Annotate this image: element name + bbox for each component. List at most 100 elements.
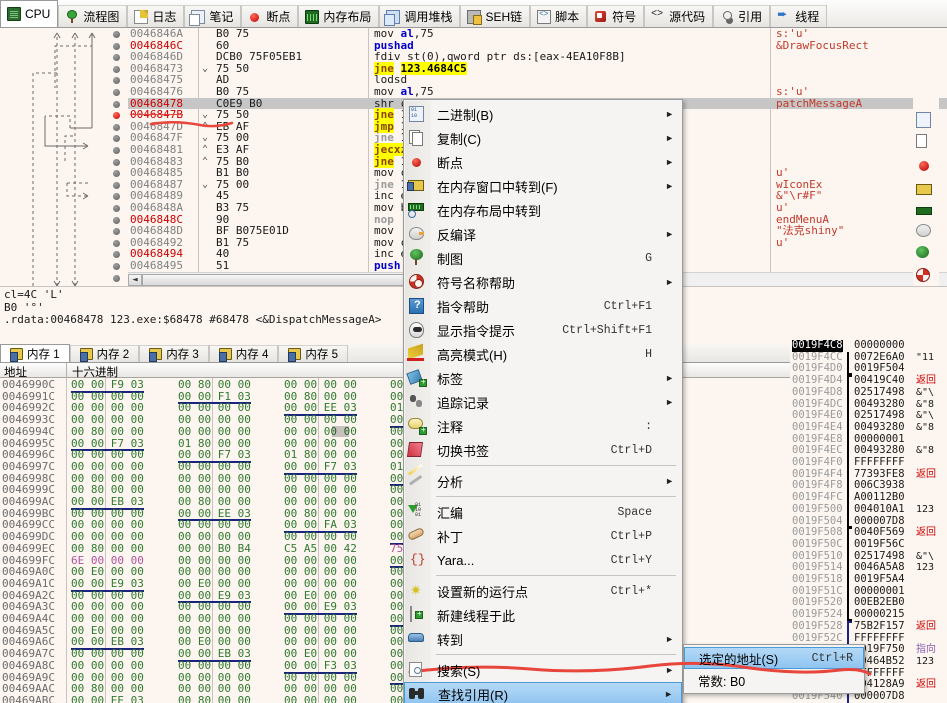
stack-row[interactable]: 0019F50C 0019F56C [790, 538, 947, 551]
disassembly-context-menu[interactable]: 二进制(B) ► 复制(C) ► 断点 ► 在内存窗口中转到(F) ► 在内存布局中转到反编译 ►… [403, 99, 683, 703]
hex-byte-group[interactable]: 00 00 00 00 [71, 461, 144, 473]
breakpoint-tool-icon[interactable] [916, 158, 936, 178]
breakpoint-dot[interactable] [113, 228, 120, 236]
stack-row[interactable]: 0019F4E4 00493280 &"8 [790, 421, 947, 434]
breakpoint-dot[interactable] [113, 158, 120, 166]
stack-value[interactable]: 004010A1 [854, 503, 905, 516]
tab-引用[interactable]: 引用 [713, 5, 771, 27]
tab-脚本[interactable]: 脚本 [530, 5, 588, 27]
menu-item-goto[interactable]: 转到 ► [404, 627, 682, 651]
hex-byte-group[interactable]: 00 00 00 00 [284, 578, 357, 590]
find-references-submenu[interactable]: 选定的地址(S) Ctrl+R 常数: B0 [683, 644, 865, 694]
menu-item-memory-window[interactable]: 在内存窗口中转到(F) ► [404, 174, 682, 198]
tab-笔记[interactable]: 笔记 [184, 5, 242, 27]
stack-row[interactable]: 0019F4C8 00000000 [790, 340, 947, 352]
menu-item-bookmark[interactable]: 切换书签 Ctrl+D [404, 438, 682, 462]
hex-byte-group[interactable]: 00 00 00 00 [178, 660, 251, 672]
copy-tool-icon[interactable] [916, 134, 936, 154]
breakpoint-dot[interactable] [113, 42, 120, 50]
menu-item-graph[interactable]: 制图 G [404, 246, 682, 270]
hex-byte-group[interactable]: 00 80 00 00 [178, 496, 251, 508]
memory-map-tool-icon[interactable] [916, 202, 936, 222]
tab-流程图[interactable]: 流程图 [58, 5, 128, 27]
hex-selected-byte[interactable] [332, 425, 349, 437]
menu-item-highlight[interactable]: 高亮模式(H) H [404, 342, 682, 366]
hex-byte-group[interactable]: 00 00 00 00 [284, 613, 357, 625]
breakpoint-dot[interactable] [113, 65, 120, 73]
stack-row[interactable]: 0019F4F0 FFFFFFFF [790, 456, 947, 469]
tab-符号[interactable]: 符号 [587, 5, 645, 27]
hex-byte-group[interactable]: 00 00 EE 03 [71, 695, 144, 703]
hex-byte-group[interactable]: 00 00 00 00 [284, 695, 357, 703]
breakpoint-dot[interactable] [113, 239, 120, 247]
breakpoint-dot[interactable] [113, 181, 120, 189]
hex-byte-group[interactable]: 00 80 00 00 [71, 426, 144, 438]
breakpoint-dot[interactable] [113, 274, 120, 282]
hex-byte-group[interactable]: 00 00 B0 B4 [178, 543, 251, 555]
tab-日志[interactable]: 日志 [127, 5, 185, 27]
breakpoint-dot[interactable] [113, 263, 120, 270]
menu-item-patch[interactable]: 补丁 Ctrl+P [404, 524, 682, 548]
menu-item-find-references[interactable]: 查找引用(R) ► [404, 682, 682, 703]
breakpoint-dot[interactable] [113, 100, 120, 108]
menu-item-search[interactable]: 搜索(S) ► [404, 658, 682, 682]
submenu-item-1[interactable]: 常数: B0 [684, 669, 864, 691]
tab-线程[interactable]: 线程 [770, 5, 828, 27]
context-menu-items[interactable]: 二进制(B) ► 复制(C) ► 断点 ► 在内存窗口中转到(F) ► 在内存布局中转到反编译 ►… [404, 102, 682, 703]
breakpoint-dot[interactable] [113, 31, 120, 38]
memory-tab-4[interactable]: 内存 4 [208, 345, 279, 362]
breakpoint-dot[interactable] [113, 135, 120, 143]
disasm-row[interactable]: 00468475 AD lodsd [128, 74, 947, 86]
symbol-help-tool-icon[interactable] [916, 268, 936, 286]
hex-byte-group[interactable]: 00 00 00 00 [178, 613, 251, 625]
breakpoint-dot[interactable] [113, 216, 120, 224]
binary-tool-icon[interactable] [916, 112, 936, 132]
breakpoint-dot[interactable] [113, 147, 120, 154]
hex-byte-group[interactable]: 00 00 00 00 [284, 496, 357, 508]
breakpoint-column[interactable] [108, 28, 128, 286]
memory-window-tool-icon[interactable] [916, 180, 936, 200]
memory-tab-1[interactable]: 内存 1 [0, 344, 70, 362]
breakpoint-dot[interactable] [113, 54, 120, 62]
memory-tab-5[interactable]: 内存 5 [278, 345, 348, 362]
menu-item-binary[interactable]: 二进制(B) ► [404, 102, 682, 126]
menu-item-yara[interactable]: {} Yara... Ctrl+Y [404, 548, 682, 572]
disasm-row[interactable]: 0046846A B0 75 mov al,75 s:'u' [128, 28, 947, 40]
disasm-row[interactable]: 00468473 ⌄ 75 50 jne 123.4684C5 [128, 61, 947, 75]
scroll-left-button[interactable]: ◄ [128, 274, 142, 286]
side-tool-icons[interactable] [913, 28, 939, 286]
main-tabbar[interactable]: CPU 流程图 日志 笔记 断点 内存布局 调用堆栈 SEH链 脚本 符号 源代码 引用 线程 [0, 0, 947, 28]
breakpoint-dot[interactable] [113, 205, 120, 212]
disasm-row[interactable]: 00468476 B0 75 mov al,75 s:'u' [128, 86, 947, 98]
decompile-tool-icon[interactable] [916, 224, 936, 244]
menu-item-new-origin[interactable]: ✷ 设置新的运行点 Ctrl+* [404, 579, 682, 603]
menu-item-breakpoint[interactable]: 断点 ► [404, 150, 682, 174]
stack-value[interactable]: 00000000 [854, 340, 905, 352]
hex-byte-group[interactable]: 00 00 00 00 [71, 613, 144, 625]
hex-byte-group[interactable]: 00 00 00 00 [71, 660, 144, 672]
stack-row[interactable]: 0019F528 75B2F157 返回 [790, 620, 947, 633]
memory-tab-2[interactable]: 内存 2 [69, 345, 140, 362]
submenu-item-0[interactable]: 选定的地址(S) Ctrl+R [684, 647, 864, 669]
hex-byte-group[interactable]: C5 A5 00 42 [284, 543, 357, 555]
tab-内存布局[interactable]: 内存布局 [298, 5, 380, 27]
menu-item-assemble[interactable]: 汇编 Space [404, 500, 682, 524]
menu-item-instruction-help[interactable]: 指令帮助 Ctrl+F1 [404, 294, 682, 318]
menu-item-new-thread[interactable]: 新建线程于此 [404, 603, 682, 627]
hex-byte-group[interactable]: 00 00 00 00 [178, 461, 251, 473]
menu-item-label[interactable]: 标签 ► [404, 366, 682, 390]
breakpoint-dot[interactable] [113, 89, 120, 96]
menu-item-instruction-tip[interactable]: 显示指令提示 Ctrl+Shift+F1 [404, 318, 682, 342]
tab-CPU[interactable]: CPU [0, 0, 59, 27]
hex-byte-group[interactable]: 00 80 00 00 [178, 379, 251, 391]
stack-value[interactable]: FFFFFFFF [854, 456, 905, 469]
stack-value[interactable]: 0019F56C [854, 538, 905, 551]
menu-item-copy[interactable]: 复制(C) ► [404, 126, 682, 150]
breakpoint-dot[interactable] [113, 251, 120, 259]
breakpoint-dot[interactable] [113, 77, 120, 85]
stack-row[interactable]: 0019F518 0019F5A4 [790, 573, 947, 586]
menu-item-analyze[interactable]: 分析 ► [404, 463, 682, 493]
tab-调用堆栈[interactable]: 调用堆栈 [379, 5, 461, 27]
stack-value[interactable]: 0019F5A4 [854, 573, 905, 586]
menu-item-comment[interactable]: 注释: [404, 414, 682, 438]
